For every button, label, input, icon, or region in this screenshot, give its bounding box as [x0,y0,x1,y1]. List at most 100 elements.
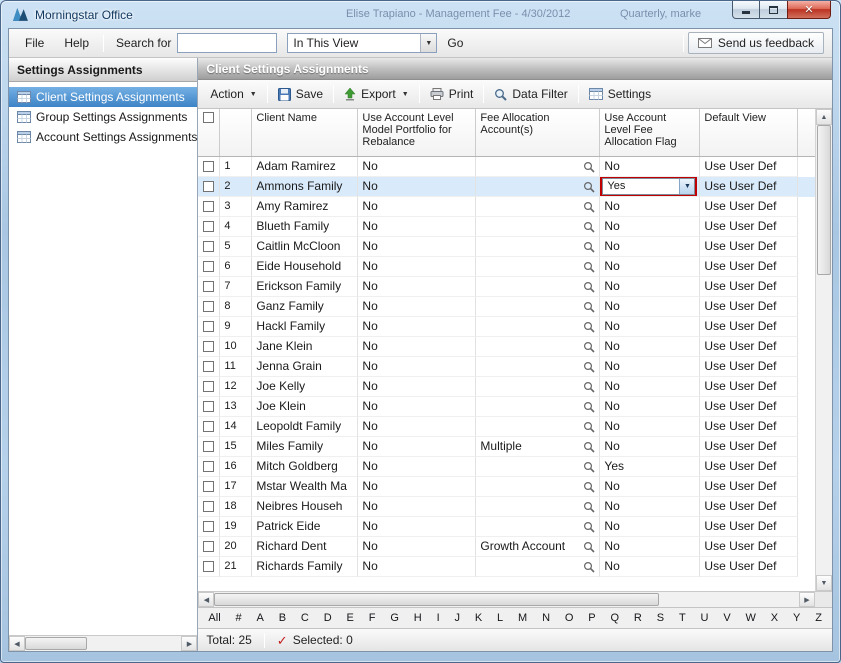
magnifier-icon[interactable] [583,201,595,213]
table-row[interactable]: 15 Miles Family No Multiple No ▼ Use Use… [198,437,815,457]
go-button[interactable]: Go [447,36,463,50]
horizontal-scrollbar[interactable]: ◀ ▶ [198,591,832,607]
table-row[interactable]: 18 Neibres Househ No No ▼ Use User Def [198,497,815,517]
table-row[interactable]: 3 Amy Ramirez No No ▼ Use User Def [198,197,815,217]
table-row[interactable]: 12 Joe Kelly No No ▼ Use User Def [198,377,815,397]
alphabet-filter-#[interactable]: # [236,612,242,624]
col-header-fee-flag[interactable]: Use Account Level Fee Allocation Flag [600,109,700,156]
row-checkbox[interactable] [203,161,214,172]
alphabet-filter-N[interactable]: N [542,612,550,624]
row-checkbox[interactable] [203,221,214,232]
table-row[interactable]: 4 Blueth Family No No ▼ Use User Def [198,217,815,237]
alphabet-filter-K[interactable]: K [475,612,482,624]
alphabet-filter-Q[interactable]: Q [611,612,620,624]
magnifier-icon[interactable] [583,301,595,313]
scrollbar-track[interactable] [214,592,799,607]
alphabet-filter-E[interactable]: E [347,612,354,624]
chevron-down-icon[interactable]: ▼ [420,34,436,52]
export-button[interactable]: Export ▼ [336,83,417,105]
magnifier-icon[interactable] [583,241,595,253]
alphabet-filter-Y[interactable]: Y [793,612,800,624]
table-row[interactable]: 17 Mstar Wealth Ma No No ▼ Use User Def [198,477,815,497]
row-checkbox[interactable] [203,241,214,252]
alphabet-filter-V[interactable]: V [723,612,730,624]
close-button[interactable]: ✕ [787,1,831,19]
dropdown-arrow-button[interactable]: ▼ [679,179,694,194]
row-checkbox[interactable] [203,261,214,272]
magnifier-icon[interactable] [583,341,595,353]
table-row[interactable]: 8 Ganz Family No No ▼ Use User Def [198,297,815,317]
table-row[interactable]: 6 Eide Household No No ▼ Use User Def [198,257,815,277]
magnifier-icon[interactable] [583,181,595,193]
alphabet-filter-L[interactable]: L [497,612,503,624]
fee-flag-dropdown[interactable]: Yes ▼ [602,178,695,195]
minimize-button[interactable] [732,1,760,19]
table-row[interactable]: 16 Mitch Goldberg No Yes ▼ Use User Def [198,457,815,477]
magnifier-icon[interactable] [583,381,595,393]
table-row[interactable]: 1 Adam Ramirez No No ▼ Use User Def [198,157,815,177]
row-checkbox[interactable] [203,181,214,192]
row-checkbox[interactable] [203,461,214,472]
row-checkbox[interactable] [203,561,214,572]
alphabet-filter-W[interactable]: W [746,612,756,624]
row-checkbox[interactable] [203,401,214,412]
alphabet-filter-H[interactable]: H [414,612,422,624]
table-row[interactable]: 13 Joe Klein No No ▼ Use User Def [198,397,815,417]
scroll-up-button[interactable]: ▲ [816,109,832,125]
sidebar-horizontal-scrollbar[interactable]: ◀ ▶ [9,635,197,651]
row-checkbox[interactable] [203,541,214,552]
col-header-model-portfolio[interactable]: Use Account Level Model Portfolio for Re… [358,109,476,156]
alphabet-filter-D[interactable]: D [324,612,332,624]
row-checkbox[interactable] [203,201,214,212]
row-checkbox[interactable] [203,481,214,492]
table-row[interactable]: 11 Jenna Grain No No ▼ Use User Def [198,357,815,377]
print-button[interactable]: Print [422,83,482,105]
magnifier-icon[interactable] [583,221,595,233]
alphabet-filter-M[interactable]: M [518,612,527,624]
row-checkbox[interactable] [203,301,214,312]
select-all-checkbox[interactable] [203,112,214,123]
magnifier-icon[interactable] [583,321,595,333]
scroll-down-button[interactable]: ▼ [816,575,832,591]
col-header-default-view[interactable]: Default View [700,109,798,156]
magnifier-icon[interactable] [583,461,595,473]
alphabet-filter-X[interactable]: X [771,612,778,624]
sidebar-item-account-settings[interactable]: Account Settings Assignments [9,127,197,147]
magnifier-icon[interactable] [583,501,595,513]
search-input[interactable] [177,33,277,53]
vertical-scrollbar[interactable]: ▲ ▼ [815,109,832,591]
row-checkbox[interactable] [203,441,214,452]
magnifier-icon[interactable] [583,561,595,573]
alphabet-filter-B[interactable]: B [279,612,286,624]
magnifier-icon[interactable] [583,401,595,413]
settings-button[interactable]: Settings [581,83,659,105]
table-row[interactable]: 14 Leopoldt Family No No ▼ Use User Def [198,417,815,437]
maximize-button[interactable] [760,1,787,19]
row-checkbox[interactable] [203,361,214,372]
row-checkbox[interactable] [203,521,214,532]
alphabet-filter-Z[interactable]: Z [815,612,822,624]
scroll-right-button[interactable]: ▶ [799,592,815,607]
scroll-left-button[interactable]: ◀ [198,592,214,607]
scrollbar-track[interactable] [25,636,181,651]
table-row[interactable]: 10 Jane Klein No No ▼ Use User Def [198,337,815,357]
action-button[interactable]: Action ▼ [202,83,264,105]
magnifier-icon[interactable] [583,421,595,433]
row-checkbox[interactable] [203,341,214,352]
col-header-fee-allocation[interactable]: Fee Allocation Account(s) [476,109,600,156]
magnifier-icon[interactable] [583,261,595,273]
alphabet-filter-O[interactable]: O [565,612,574,624]
magnifier-icon[interactable] [583,281,595,293]
alphabet-filter-U[interactable]: U [701,612,709,624]
row-checkbox[interactable] [203,321,214,332]
magnifier-icon[interactable] [583,541,595,553]
horizontal-scrollbar-thumb[interactable] [214,593,658,606]
scrollbar-thumb[interactable] [25,637,87,650]
alphabet-filter-A[interactable]: A [257,612,264,624]
table-row[interactable]: 2 Ammons Family No Yes ▼ Use User Def [198,177,815,197]
row-checkbox[interactable] [203,501,214,512]
magnifier-icon[interactable] [583,481,595,493]
magnifier-icon[interactable] [583,161,595,173]
row-checkbox[interactable] [203,281,214,292]
menu-file[interactable]: File [15,32,54,54]
